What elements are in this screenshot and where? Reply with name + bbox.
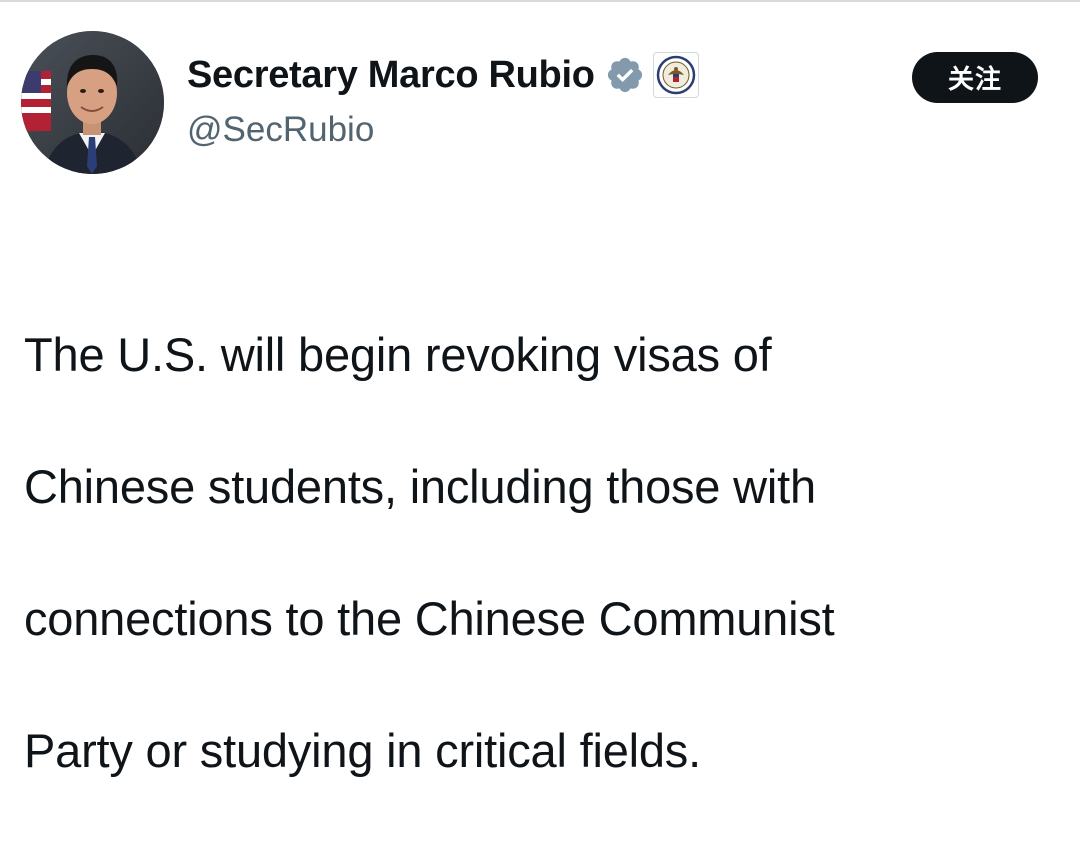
tweet-text-line: connections to the Chinese Communist [24,592,835,645]
follow-button[interactable]: 关注 [912,52,1038,103]
author-display-name[interactable]: Secretary Marco Rubio [187,54,595,97]
state-department-seal-icon [652,52,699,98]
tweet-text-line: Chinese students, including those with [24,460,816,513]
tweet-text-line: The U.S. will begin revoking visas of [24,328,772,381]
avatar-portrait [21,31,164,174]
author-handle[interactable]: @SecRubio [187,110,374,150]
tweet-text: The U.S. will begin revoking visas of Ch… [24,256,1064,850]
tweet-card: Secretary Marco Rubio @SecRubio 关注 The U… [0,0,1080,777]
top-divider [0,0,1080,2]
avatar[interactable] [21,31,164,174]
verified-badge-icon [605,55,645,95]
tweet-text-line: Party or studying in critical fields. [24,724,701,777]
author-name-row: Secretary Marco Rubio [187,50,699,100]
